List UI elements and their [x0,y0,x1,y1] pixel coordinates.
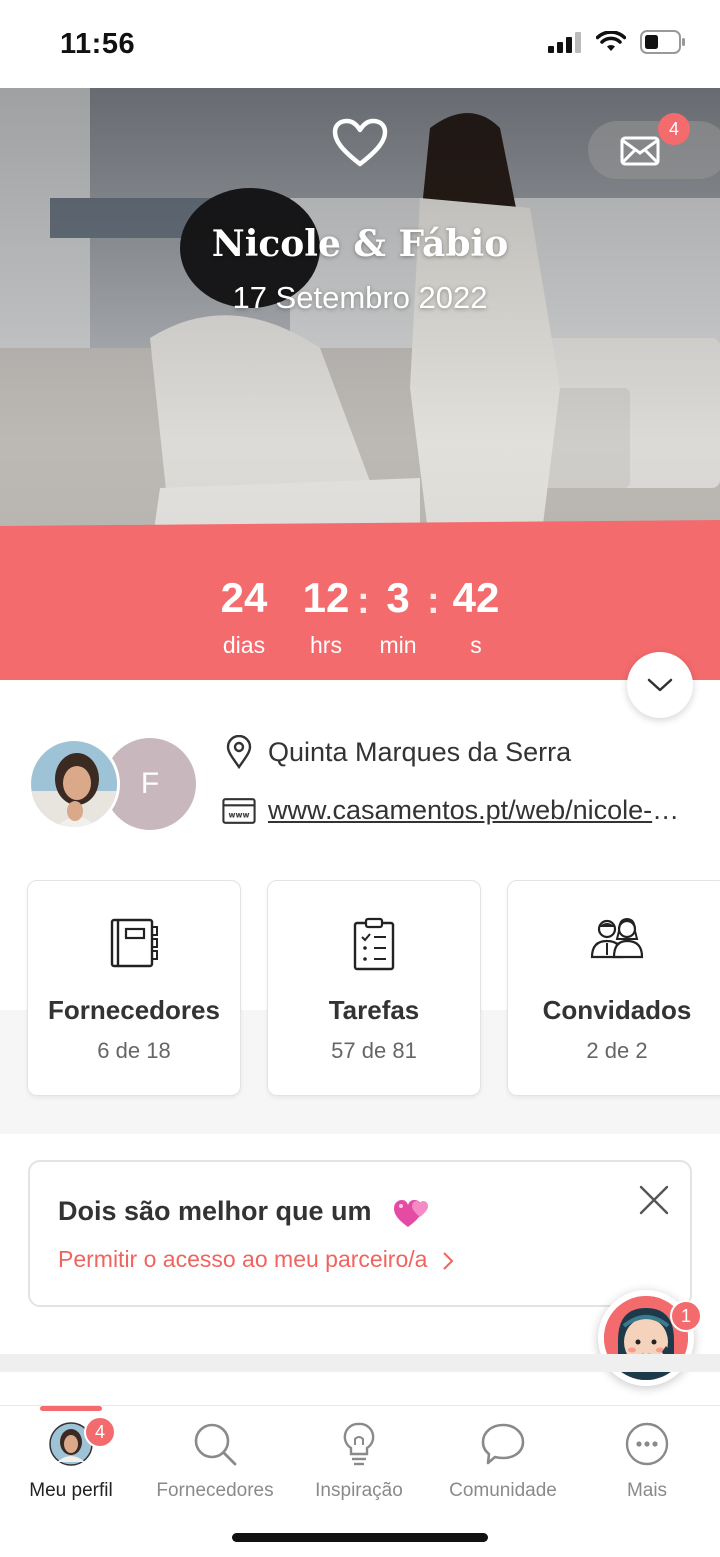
signal-icon [548,32,581,53]
seconds-label: s [470,632,482,658]
card-progress: 57 de 81 [331,1038,417,1063]
lightbulb-icon [343,1422,375,1466]
countdown-separator: : [427,580,440,622]
hero-banner: Nicole & Fábio 17 Setembro 2022 4 24 dia… [0,88,720,680]
tab-inspiracao[interactable]: Inspiração [289,1420,429,1502]
card-fornecedores[interactable]: Fornecedores 6 de 18 [27,880,241,1096]
notebook-icon [110,918,158,968]
search-icon [194,1423,237,1466]
tab-label: Fornecedores [156,1480,274,1501]
card-title: Convidados [542,995,692,1025]
minutes-value: 3 [386,574,410,621]
card-progress: 2 de 2 [586,1038,648,1063]
web-icon: www [222,797,256,824]
location-pin-icon [226,735,252,769]
close-banner-button[interactable] [638,1184,670,1221]
banner-title-text: Dois são melhor que um [58,1196,372,1226]
guests-icon [590,917,644,959]
status-bar: 11:56 [0,0,720,88]
wifi-icon [596,31,626,51]
envelope-icon [620,136,660,166]
seconds-value: 42 [452,574,500,621]
svg-text:www: www [229,810,250,819]
countdown-minutes: 3 min [366,574,430,659]
status-icons [548,30,686,54]
assistant-badge: 1 [670,1300,702,1332]
tab-label: Mais [626,1480,668,1501]
heart-icon [332,118,388,167]
minutes-label: min [379,632,417,658]
tab-fornecedores[interactable]: Fornecedores [145,1420,285,1502]
card-title: Tarefas [328,995,420,1025]
partner-access-link[interactable]: Permitir o acesso ao meu parceiro/a [58,1246,454,1273]
days-label: dias [222,632,266,658]
hours-value: 12 [302,574,350,621]
close-icon [639,1185,669,1215]
countdown-seconds: 42 s [444,574,508,659]
status-time: 11:56 [60,28,136,60]
avatar-photo [31,741,117,827]
checklist-icon [353,917,395,971]
couple-names: Nicole & Fábio [211,223,509,265]
venue-name: Quinta Marques da Serra [268,736,572,767]
countdown-days: 24 dias [212,574,276,659]
tab-meu-perfil[interactable]: Meu perfil [1,1420,141,1502]
tab-comunidade[interactable]: Comunidade [433,1420,573,1502]
avatar[interactable] [28,738,120,830]
countdown: 24 dias 12 hrs : 3 min : 42 s [0,526,720,680]
messages-badge: 4 [658,113,690,145]
home-indicator [232,1533,488,1542]
days-value: 24 [220,574,268,621]
section-divider [0,1354,720,1372]
tab-label: Comunidade [449,1480,557,1501]
more-icon [625,1422,669,1466]
card-title: Fornecedores [48,995,220,1025]
expand-button[interactable] [627,652,693,718]
hearts-icon [394,1199,429,1227]
wedding-date: 17 Setembro 2022 [232,280,488,315]
tab-label: Inspiração [315,1480,403,1501]
partner-access-banner: Dois são melhor que um Permitir o acesso… [28,1160,692,1307]
profile-notification-badge: 4 [84,1416,116,1448]
card-convidados[interactable]: Convidados 2 de 2 [507,880,720,1096]
countdown-hours: 12 hrs [294,574,358,659]
active-tab-indicator [40,1406,102,1411]
tab-label: Meu perfil [29,1480,113,1501]
chevron-right-icon [443,1252,454,1270]
messages-button[interactable] [588,121,720,179]
banner-title: Dois são melhor que um [58,1196,431,1229]
chat-bubble-icon [481,1423,525,1465]
card-progress: 6 de 18 [97,1038,171,1063]
website-row[interactable]: www www.casamentos.pt/web/nicole-e-fabio [222,795,684,826]
website-link[interactable]: www.casamentos.pt/web/nicole-e-fabio [268,795,684,826]
venue-row[interactable]: Quinta Marques da Serra [222,735,571,769]
tab-mais[interactable]: Mais [577,1420,717,1502]
partner-access-link-text[interactable]: Permitir o acesso ao meu parceiro/a [58,1246,427,1272]
card-tarefas[interactable]: Tarefas 57 de 81 [267,880,481,1096]
chevron-down-icon [647,678,673,692]
hours-label: hrs [310,632,342,658]
battery-icon [640,30,685,54]
